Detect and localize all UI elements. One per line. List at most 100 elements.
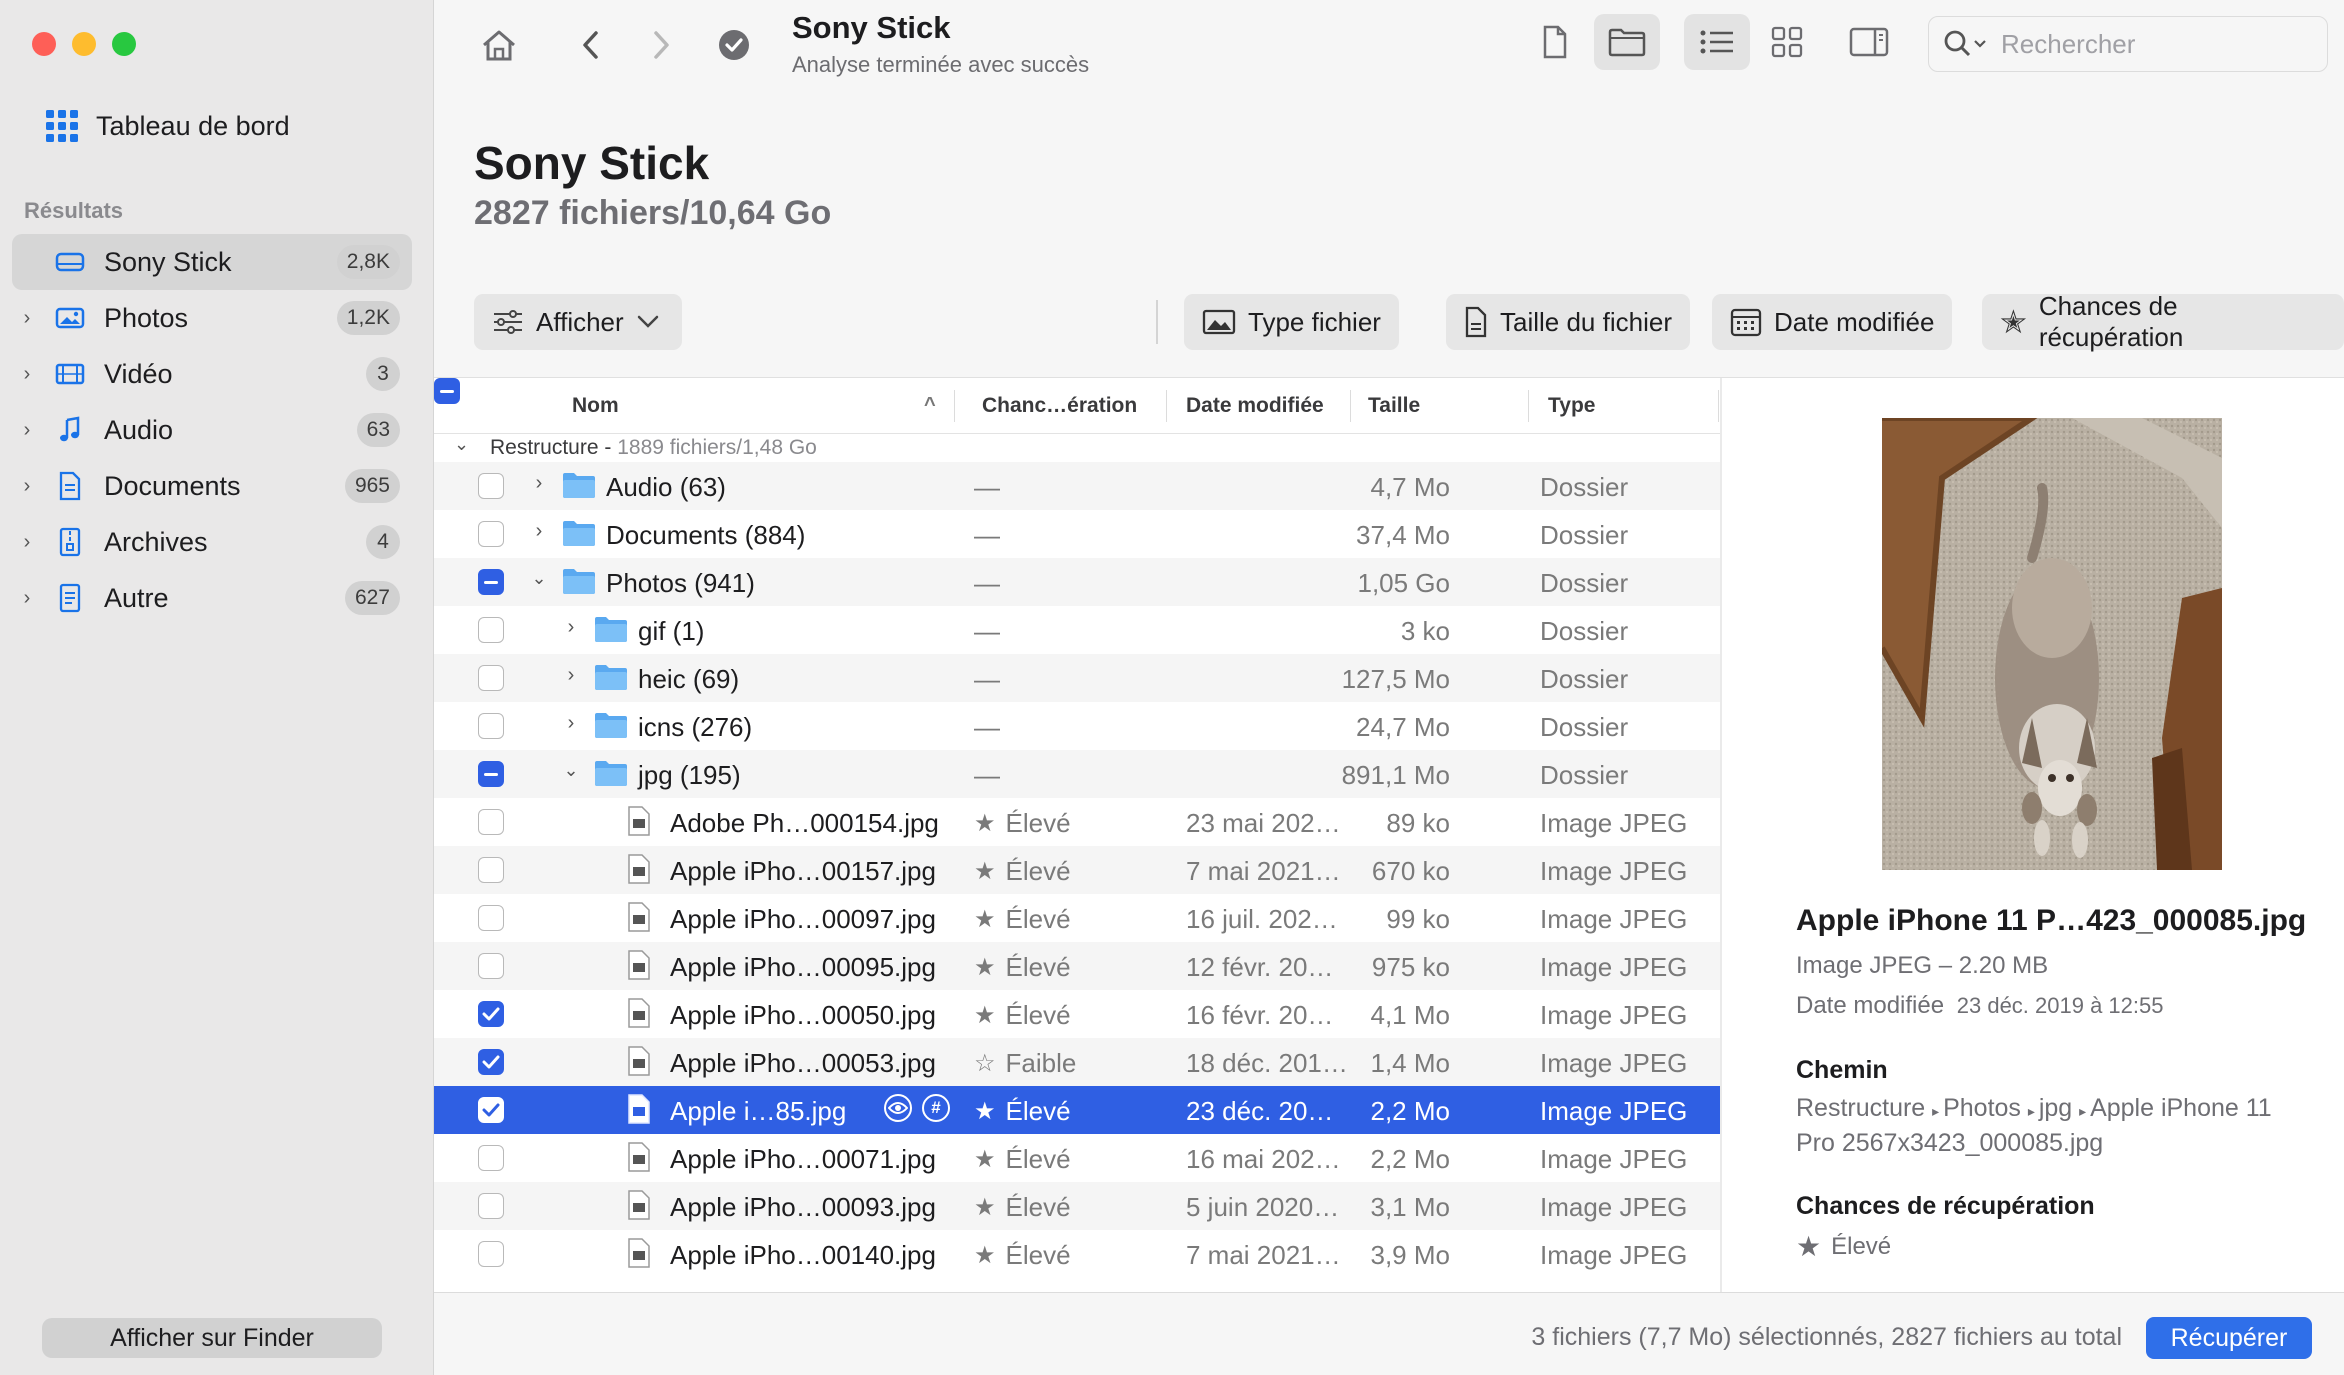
list-view-button[interactable]	[1684, 14, 1750, 70]
column-header-chance[interactable]: Chanc…ération	[982, 394, 1137, 418]
row-checkbox[interactable]	[478, 1097, 504, 1123]
sidebar-item-sony-stick[interactable]: Sony Stick 2,8K	[12, 234, 412, 290]
row-checkbox[interactable]	[478, 953, 504, 979]
row-name: icns (276)	[638, 712, 753, 742]
table-row[interactable]: Apple iPho…00093.jpg ★ Élevé 5 juin 2020……	[434, 1182, 1720, 1230]
toggle-preview-button[interactable]	[1836, 14, 1902, 70]
column-header-name[interactable]: Nom	[572, 394, 619, 418]
row-checkbox[interactable]	[478, 1145, 504, 1171]
row-checkbox[interactable]	[478, 905, 504, 931]
zoom-window-button[interactable]	[112, 32, 136, 56]
row-size: 1,4 Mo	[1370, 1048, 1451, 1078]
row-checkbox[interactable]	[478, 1241, 504, 1267]
column-header-type[interactable]: Type	[1548, 394, 1595, 418]
table-row[interactable]: › Documents (884) — 37,4 Mo Dossier	[434, 510, 1720, 558]
show-filter-dropdown[interactable]: Afficher	[474, 294, 682, 350]
hash-icon[interactable]: #	[922, 1094, 950, 1122]
table-row[interactable]: Apple iPho…00053.jpg ☆ Faible 18 déc. 201…	[434, 1038, 1720, 1086]
table-row[interactable]: Adobe Ph…000154.jpg ★ Élevé 23 mai 202… 8…	[434, 798, 1720, 846]
chevron-down-icon[interactable]: ⌄	[528, 568, 550, 589]
table-row[interactable]: ⌄ jpg (195) — 891,1 Mo Dossier	[434, 750, 1720, 798]
row-checkbox[interactable]	[478, 809, 504, 835]
grid-view-button[interactable]	[1754, 14, 1820, 70]
file-size-filter[interactable]: Taille du fichier	[1446, 294, 1690, 350]
close-window-button[interactable]	[32, 32, 56, 56]
row-checkbox[interactable]	[478, 761, 504, 787]
table-row[interactable]: Apple iPho…00157.jpg ★ Élevé 7 mai 2021… …	[434, 846, 1720, 894]
table-row[interactable]: Apple iPho…00097.jpg ★ Élevé 16 juil. 202…	[434, 894, 1720, 942]
chevron-right-icon[interactable]: ›	[560, 664, 582, 687]
table-row[interactable]: › Audio (63) — 4,7 Mo Dossier	[434, 462, 1720, 510]
group-name: Restructure	[490, 436, 599, 459]
show-in-finder-button[interactable]: Afficher sur Finder	[42, 1318, 382, 1358]
home-icon[interactable]	[476, 22, 522, 68]
sort-ascending-icon[interactable]: ^	[924, 394, 936, 417]
sidebar-item-documents[interactable]: › Documents 965	[12, 458, 412, 514]
table-row[interactable]: › gif (1) — 3 ko Dossier	[434, 606, 1720, 654]
sidebar-item-label: Sony Stick	[104, 246, 232, 277]
sidebar-item-count: 3	[366, 357, 400, 391]
minimize-window-button[interactable]	[72, 32, 96, 56]
list-icon	[1700, 30, 1733, 54]
table-row-selected[interactable]: Apple i…85.jpg # ★ Élevé 23 déc. 20… 2,2 …	[434, 1086, 1720, 1134]
back-chevron-icon[interactable]	[576, 22, 606, 68]
dashboard-link[interactable]: Tableau de bord	[46, 106, 290, 146]
sidebar-item-other[interactable]: › Autre 627	[12, 570, 412, 626]
chevron-right-icon[interactable]: ›	[12, 531, 42, 554]
table-row[interactable]: › icns (276) — 24,7 Mo Dossier	[434, 702, 1720, 750]
date-modified-filter[interactable]: Date modifiée	[1712, 294, 1953, 350]
sidebar-item-video[interactable]: › Vidéo 3	[12, 346, 412, 402]
group-header[interactable]: ⌄ Restructure - 1889 fichiers/1,48 Go	[434, 434, 1720, 462]
sidebar-item-label: Documents	[104, 470, 241, 501]
search-field[interactable]	[1928, 16, 2328, 72]
row-type: Image JPEG	[1540, 1192, 1688, 1222]
table-row[interactable]: › heic (69) — 127,5 Mo Dossier	[434, 654, 1720, 702]
row-checkbox[interactable]	[478, 1001, 504, 1027]
chevron-right-icon[interactable]: ›	[12, 475, 42, 498]
eye-icon[interactable]	[884, 1094, 912, 1122]
chevron-down-icon[interactable]: ⌄	[560, 760, 582, 781]
column-header-date[interactable]: Date modifiée	[1186, 394, 1324, 418]
chevron-right-icon[interactable]: ›	[528, 472, 550, 495]
table-row[interactable]: Apple iPho…00071.jpg ★ Élevé 16 mai 202… …	[434, 1134, 1720, 1182]
row-checkbox[interactable]	[478, 617, 504, 643]
chevron-right-icon[interactable]: ›	[12, 307, 42, 330]
forward-chevron-icon[interactable]	[646, 22, 676, 68]
row-type: Dossier	[1540, 760, 1629, 790]
folder-view-button[interactable]	[1594, 14, 1660, 70]
row-chance: —	[974, 520, 1000, 550]
chevron-right-icon[interactable]: ›	[12, 363, 42, 386]
search-input[interactable]	[1999, 27, 2299, 61]
select-all-checkbox[interactable]	[434, 378, 460, 404]
file-view-button[interactable]	[1522, 14, 1588, 70]
sidebar-item-photos[interactable]: › Photos 1,2K	[12, 290, 412, 346]
file-type-filter[interactable]: Type fichier	[1184, 294, 1399, 350]
column-header-size[interactable]: Taille	[1368, 394, 1420, 418]
chevron-right-icon[interactable]: ›	[12, 587, 42, 610]
row-checkbox[interactable]	[478, 473, 504, 499]
row-checkbox[interactable]	[478, 1193, 504, 1219]
sidebar-item-label: Archives	[104, 526, 208, 557]
recovery-chances-filter[interactable]: ✭ Chances de récupération	[1982, 291, 2344, 352]
row-checkbox[interactable]	[478, 1049, 504, 1075]
table-row[interactable]: Apple iPho…00050.jpg ★ Élevé 16 févr. 20……	[434, 990, 1720, 1038]
sidebar-item-archives[interactable]: › Archives 4	[12, 514, 412, 570]
row-checkbox[interactable]	[478, 521, 504, 547]
row-checkbox[interactable]	[478, 713, 504, 739]
row-type: Image JPEG	[1540, 952, 1688, 982]
sidebar-item-audio[interactable]: › Audio 63	[12, 402, 412, 458]
recover-button[interactable]: Récupérer	[2146, 1317, 2312, 1359]
jpeg-file-icon	[628, 1142, 650, 1172]
chevron-right-icon[interactable]: ›	[560, 616, 582, 639]
row-checkbox[interactable]	[478, 857, 504, 883]
chevron-right-icon[interactable]: ›	[12, 419, 42, 442]
chevron-down-icon[interactable]: ⌄	[454, 434, 469, 455]
table-row[interactable]: ⌄ Photos (941) — 1,05 Go Dossier	[434, 558, 1720, 606]
row-checkbox[interactable]	[478, 665, 504, 691]
table-row[interactable]: Apple iPho…00140.jpg ★ Élevé 7 mai 2021… …	[434, 1230, 1720, 1278]
chevron-right-icon[interactable]: ›	[528, 520, 550, 543]
table-row[interactable]: Apple iPho…00095.jpg ★ Élevé 12 févr. 20……	[434, 942, 1720, 990]
chevron-right-icon[interactable]: ›	[560, 712, 582, 735]
path-separator-icon: ▸	[1932, 1103, 1944, 1119]
row-checkbox[interactable]	[478, 569, 504, 595]
